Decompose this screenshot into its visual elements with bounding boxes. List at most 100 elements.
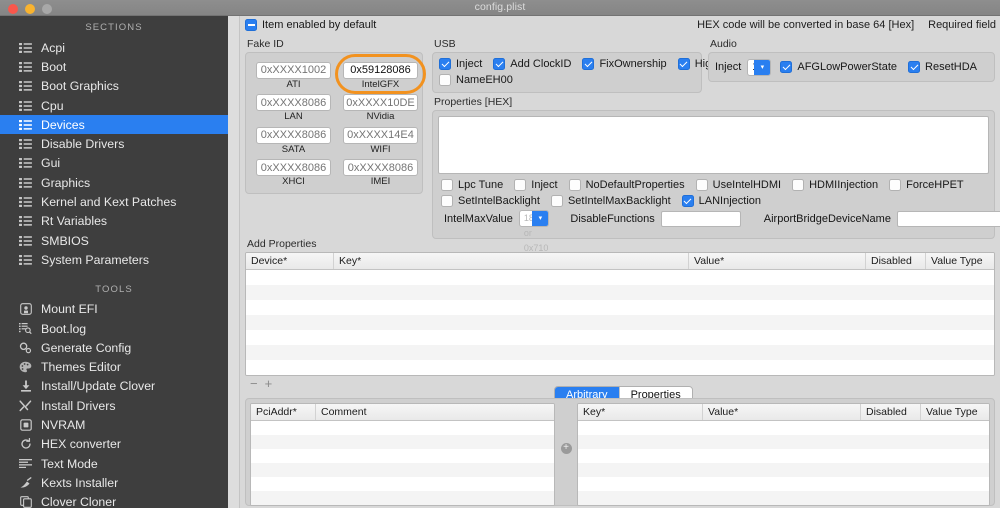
table-row[interactable] [251, 449, 554, 463]
fake-id-input-intelgfx[interactable] [343, 61, 418, 79]
sidebar-item-generate-config[interactable]: Generate Config [0, 338, 228, 357]
sidebar-item-boot-log[interactable]: Boot.log [0, 319, 228, 338]
checkbox-lpc-tune[interactable]: Lpc Tune [441, 179, 503, 191]
sidebar-item-themes-editor[interactable]: Themes Editor [0, 357, 228, 376]
sidebar-item-install-drivers[interactable]: Install Drivers [0, 396, 228, 415]
chevron-down-icon[interactable]: ▾ [532, 211, 549, 226]
table-row[interactable] [251, 463, 554, 477]
column-header[interactable]: Disabled [866, 253, 926, 269]
column-header[interactable]: PciAddr* [251, 404, 316, 420]
item-enabled-checkbox[interactable] [245, 19, 257, 31]
add-properties-table-body[interactable] [246, 270, 994, 375]
sidebar-item-disable-drivers[interactable]: Disable Drivers [0, 134, 228, 153]
checkbox-box[interactable] [441, 179, 453, 191]
sidebar-item-acpi[interactable]: Acpi [0, 38, 228, 57]
checkbox-box[interactable] [514, 179, 527, 191]
column-header[interactable]: Value Type [926, 253, 994, 269]
table-row[interactable] [251, 435, 554, 449]
custom-properties-table[interactable]: Key* Value* Disabled Value Type [577, 403, 990, 506]
arbitrary-table[interactable]: PciAddr* Comment [250, 403, 555, 506]
add-link-button[interactable]: + [560, 442, 572, 454]
table-row[interactable] [578, 421, 989, 435]
table-row[interactable] [246, 330, 994, 345]
checkbox-box[interactable] [439, 74, 451, 86]
checkbox-box[interactable] [695, 179, 708, 191]
checkbox-add-clockid[interactable]: Add ClockID [493, 58, 571, 70]
fake-id-input-wifi[interactable] [343, 126, 418, 144]
table-row[interactable] [246, 315, 994, 330]
table-row[interactable] [251, 421, 554, 435]
sidebar-item-boot-graphics[interactable]: Boot Graphics [0, 77, 228, 96]
sidebar-item-boot[interactable]: Boot [0, 57, 228, 76]
checkbox-box[interactable] [441, 195, 453, 207]
add-properties-table[interactable]: Device* Key* Value* Disabled Value Type [245, 252, 995, 376]
checkbox-box[interactable] [677, 58, 690, 70]
checkbox-box[interactable] [582, 58, 595, 70]
checkbox-box[interactable] [681, 195, 694, 207]
sidebar-item-text-mode[interactable]: Text Mode [0, 454, 228, 473]
fake-id-input-sata[interactable] [256, 126, 331, 144]
table-row[interactable] [578, 463, 989, 477]
column-header[interactable]: Comment [316, 404, 554, 420]
table-row[interactable] [251, 491, 554, 505]
checkbox-box[interactable] [439, 58, 451, 70]
sidebar-item-install-update-clover[interactable]: Install/Update Clover [0, 377, 228, 396]
arbitrary-table-body[interactable] [251, 421, 554, 505]
fake-id-input-nvidia[interactable] [343, 94, 418, 111]
table-row[interactable] [246, 285, 994, 300]
audio-inject-select[interactable]: 1 ▾ [747, 58, 772, 76]
remove-property-button[interactable]: − [250, 377, 258, 390]
sidebar-item-nvram[interactable]: NVRAM [0, 415, 228, 434]
checkbox-hdmiinjection[interactable]: HDMIInjection [792, 179, 878, 191]
column-header[interactable]: Value Type [921, 404, 989, 420]
table-row[interactable] [246, 345, 994, 360]
checkbox-inject[interactable]: Inject [439, 58, 482, 70]
sidebar-item-devices[interactable]: Devices [0, 115, 228, 135]
checkbox-laninjection[interactable]: LANInjection [681, 195, 761, 207]
checkbox-box[interactable] [493, 58, 506, 70]
airport-bridge-input[interactable] [896, 210, 1000, 227]
fake-id-input-imei[interactable] [343, 159, 418, 176]
checkbox-setintelmaxbacklight[interactable]: SetIntelMaxBacklight [550, 195, 671, 207]
sidebar-item-system-parameters[interactable]: System Parameters [0, 250, 228, 269]
sidebar-item-hex-converter[interactable]: HEX converter [0, 435, 228, 454]
checkbox-resethda[interactable]: ResetHDA [908, 61, 977, 73]
sidebar-item-cpu[interactable]: Cpu [0, 96, 228, 115]
sidebar-item-kernel-and-kext-patches[interactable]: Kernel and Kext Patches [0, 192, 228, 211]
add-property-button[interactable]: + [265, 377, 273, 390]
sidebar-item-smbios[interactable]: SMBIOS [0, 231, 228, 250]
table-row[interactable] [578, 491, 989, 505]
column-header[interactable]: Value* [689, 253, 866, 269]
sidebar-item-graphics[interactable]: Graphics [0, 173, 228, 192]
checkbox-box[interactable] [780, 61, 793, 73]
sidebar-item-clover-cloner[interactable]: Clover Cloner [0, 493, 228, 508]
checkbox-afglowpowerstate[interactable]: AFGLowPowerState [780, 61, 897, 73]
checkbox-box[interactable] [889, 179, 902, 191]
checkbox-inject[interactable]: Inject [514, 179, 558, 191]
checkbox-nodefaultproperties[interactable]: NoDefaultProperties [568, 179, 685, 191]
sidebar-item-rt-variables[interactable]: Rt Variables [0, 212, 228, 231]
column-header[interactable]: Key* [578, 404, 703, 420]
table-row[interactable] [246, 300, 994, 315]
checkbox-useintelhdmi[interactable]: UseIntelHDMI [695, 179, 781, 191]
properties-hex-textarea[interactable] [438, 116, 989, 174]
fake-id-input-xhci[interactable] [256, 159, 331, 176]
sidebar-item-kexts-installer[interactable]: Kexts Installer [0, 473, 228, 492]
custom-properties-table-body[interactable] [578, 421, 989, 505]
column-header[interactable]: Value* [703, 404, 861, 420]
checkbox-box[interactable] [908, 61, 921, 73]
table-row[interactable] [578, 477, 989, 491]
checkbox-forcehpet[interactable]: ForceHPET [889, 179, 964, 191]
chevron-down-icon[interactable]: ▾ [754, 59, 771, 75]
column-header[interactable]: Device* [246, 253, 334, 269]
intel-max-value-select[interactable]: 1808 or 0x710 ▾ [518, 210, 550, 253]
sidebar-item-mount-efi[interactable]: Mount EFI [0, 300, 228, 319]
fake-id-input-lan[interactable] [256, 94, 331, 111]
checkbox-nameeh00[interactable]: NameEH00 [439, 74, 513, 86]
table-row[interactable] [251, 477, 554, 491]
table-row[interactable] [246, 360, 994, 375]
table-row[interactable] [578, 435, 989, 449]
fake-id-input-ati[interactable] [256, 61, 331, 79]
table-row[interactable] [578, 449, 989, 463]
checkbox-box[interactable] [792, 179, 805, 191]
